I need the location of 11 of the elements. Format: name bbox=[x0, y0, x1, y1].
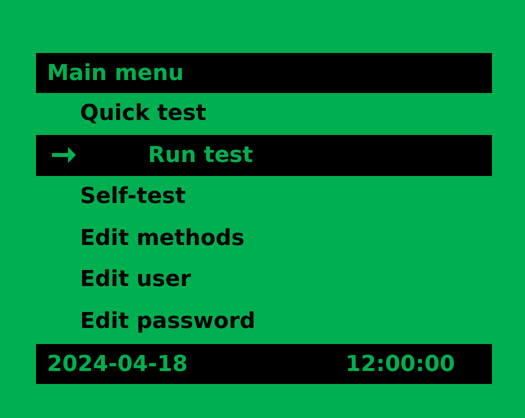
time-text: 12:00:00 bbox=[346, 352, 455, 376]
menu-item[interactable]: Edit password bbox=[80, 308, 256, 334]
menu-item[interactable]: Edit user bbox=[80, 267, 192, 292]
menu-item: Run test bbox=[148, 142, 253, 168]
menu-item-highlight[interactable]: Run test bbox=[36, 134, 492, 176]
date-text: 2024-04-18 bbox=[47, 352, 188, 376]
menu-item[interactable]: Quick test bbox=[80, 101, 206, 126]
menu-item[interactable]: Self-test bbox=[80, 184, 186, 210]
menu-item[interactable]: Edit methods bbox=[80, 226, 244, 251]
arrow-icon bbox=[51, 145, 77, 166]
menu-title: Main menu bbox=[36, 53, 492, 93]
